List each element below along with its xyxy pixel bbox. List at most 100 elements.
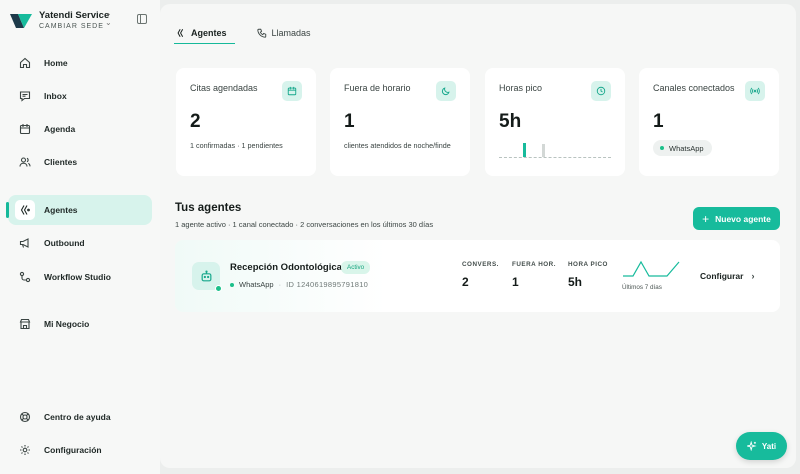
sidebar-item-centro-de-ayuda[interactable]: Centro de ayuda (8, 402, 152, 432)
card-title: Fuera de horario (344, 83, 411, 93)
sparkline-caption: Últimos 7 días (622, 284, 662, 291)
home-icon (18, 56, 32, 70)
sidebar: Yatendi Service CAMBIAR SEDE ⌃ ⌄ Home Inb… (0, 0, 160, 474)
tab-label: Llamadas (271, 28, 311, 38)
brand-switcher[interactable]: Yatendi Service CAMBIAR SEDE ⌃ ⌄ (10, 8, 150, 34)
sidebar-item-home[interactable]: Home (8, 48, 152, 78)
agent-icon (15, 200, 35, 220)
peak-bar-primary (523, 143, 526, 157)
status-badge: Activo (341, 261, 371, 274)
lifebuoy-icon (18, 410, 32, 424)
agent-row[interactable]: Recepción Odontológica Activo WhatsApp ·… (175, 240, 780, 312)
stat-label: HORA PICO (568, 261, 608, 268)
tab-llamadas[interactable]: Llamadas (255, 22, 313, 44)
plus-icon: + (702, 211, 710, 226)
activity-sparkline (623, 260, 680, 277)
new-agent-label: Nuevo agente (715, 213, 771, 224)
online-status-dot (215, 285, 222, 292)
new-agent-button[interactable]: + Nuevo agente (693, 207, 780, 230)
broadcast-icon (745, 81, 765, 101)
peak-bar-secondary (542, 144, 545, 157)
separator: · (278, 280, 282, 289)
sidebar-item-label: Workflow Studio (44, 272, 111, 282)
sidebar-item-outbound[interactable]: Outbound (8, 228, 152, 258)
sidebar-item-workflow-studio[interactable]: Workflow Studio (8, 262, 152, 292)
section-title: Tus agentes (175, 202, 242, 214)
section-subtitle: 1 agente activo · 1 canal conectado · 2 … (175, 220, 434, 229)
brand-name: Yatendi Service (39, 9, 110, 21)
sidebar-item-configuracion[interactable]: Configuración (8, 435, 152, 465)
card-value: 1 (344, 111, 355, 132)
main-panel: Agentes Llamadas Citas agendadas 2 1 con… (160, 4, 796, 468)
tab-bar: Agentes Llamadas (174, 22, 333, 46)
card-title: Citas agendadas (190, 83, 258, 93)
status-dot (230, 282, 234, 287)
phone-icon (256, 28, 266, 38)
calendar-icon (18, 122, 32, 136)
sidebar-item-label: Agenda (44, 124, 76, 134)
sidebar-item-clientes[interactable]: Clientes (8, 147, 152, 177)
chevron-right-icon: › (751, 271, 755, 281)
sidebar-item-agentes[interactable]: Agentes (6, 195, 152, 225)
stat-hora-pico: HORA PICO 5h (568, 261, 608, 289)
clock-icon (591, 81, 611, 101)
card-title: Horas pico (499, 83, 543, 93)
status-dot (660, 146, 664, 150)
card-citas-agendadas: Citas agendadas 2 1 confirmadas · 1 pend… (176, 68, 316, 176)
sidebar-item-label: Agentes (44, 205, 78, 215)
inbox-icon (18, 89, 32, 103)
card-value: 1 (653, 111, 664, 132)
agent-icon (177, 28, 184, 37)
card-subtitle: 1 confirmadas · 1 pendientes (190, 141, 283, 150)
stat-value: 2 (462, 275, 469, 289)
configure-button[interactable]: Configurar › (700, 271, 754, 281)
sidebar-item-mi-negocio[interactable]: Mi Negocio (8, 309, 152, 339)
channel-name: WhatsApp (669, 143, 704, 153)
calendar-icon (282, 81, 302, 101)
stat-value: 1 (512, 275, 519, 289)
users-icon (18, 155, 32, 169)
sidebar-item-label: Clientes (44, 157, 78, 167)
agent-id: ID 1240619895791810 (286, 280, 369, 289)
peak-hours-bars (499, 143, 611, 158)
brand-subtitle: CAMBIAR SEDE (39, 23, 104, 31)
sidebar-item-label: Outbound (44, 238, 85, 248)
card-horas-pico: Horas pico 5h (485, 68, 625, 176)
card-title: Canales conectados (653, 83, 735, 93)
gear-icon (18, 443, 32, 457)
sidebar-item-inbox[interactable]: Inbox (8, 81, 152, 111)
stat-fuera-horario: FUERA HOR. 1 (512, 261, 556, 289)
stat-label: FUERA HOR. (512, 261, 556, 268)
sparkline-line (623, 260, 680, 277)
stat-value: 5h (568, 275, 583, 289)
sidebar-item-agenda[interactable]: Agenda (8, 114, 152, 144)
stat-label: CONVERS. (462, 261, 499, 268)
store-icon (18, 317, 32, 331)
configure-label: Configurar (700, 271, 744, 281)
sparkle-icon (746, 441, 757, 451)
card-canales-conectados: Canales conectados 1 WhatsApp (639, 68, 779, 176)
megaphone-icon (18, 236, 32, 250)
chevron-updown-icon: ⌃ ⌄ (105, 12, 112, 27)
channel-pill: WhatsApp (653, 140, 712, 156)
agent-channel-info: WhatsApp · ID 1240619895791810 (230, 280, 368, 289)
moon-icon (436, 81, 456, 101)
card-subtitle: clientes atendidos de noche/finde (344, 141, 451, 150)
tab-label: Agentes (191, 27, 227, 38)
sidebar-toggle-icon[interactable] (137, 14, 147, 24)
card-value: 2 (190, 111, 201, 132)
stat-conversaciones: CONVERS. 2 (462, 261, 499, 289)
bot-icon (192, 262, 222, 292)
sidebar-item-label: Configuración (44, 445, 102, 455)
card-value: 5h (499, 111, 522, 132)
agent-channel-name: WhatsApp (239, 280, 274, 289)
fab-label: Yati (761, 441, 777, 451)
brand-logo-icon (10, 14, 32, 28)
sidebar-item-label: Home (44, 58, 68, 68)
tab-agentes[interactable]: Agentes (174, 22, 235, 44)
card-fuera-de-horario: Fuera de horario 1 clientes atendidos de… (330, 68, 470, 176)
yati-assistant-button[interactable]: Yati (736, 432, 787, 460)
workflow-icon (18, 270, 32, 284)
sidebar-item-label: Mi Negocio (44, 319, 90, 329)
sidebar-item-label: Inbox (44, 91, 67, 101)
